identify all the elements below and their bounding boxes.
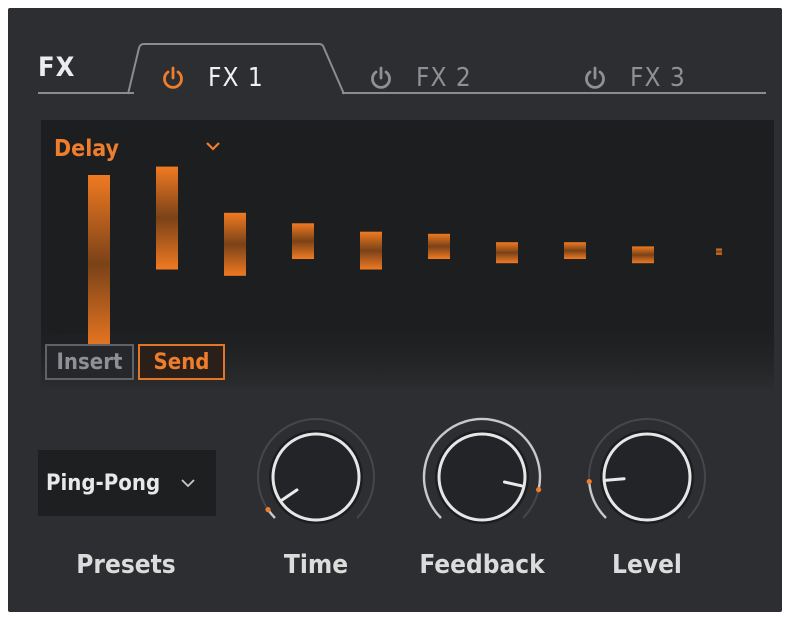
chevron-down-icon	[181, 479, 195, 488]
tab-divider-left	[38, 92, 134, 94]
presets-label: Presets	[76, 550, 176, 580]
knob-body	[271, 432, 361, 522]
tab-fx1[interactable]: FX 1	[160, 62, 264, 94]
echo-bar	[88, 175, 110, 354]
knob-body	[602, 432, 692, 522]
echo-bar	[224, 212, 246, 276]
presets-dropdown[interactable]: Ping-Pong	[38, 450, 216, 516]
power-icon[interactable]	[160, 65, 186, 91]
echo-bar	[156, 166, 178, 270]
effect-type-dropdown[interactable]: Delay	[54, 136, 119, 162]
knob-body	[437, 432, 527, 522]
feedback-label: Feedback	[419, 550, 545, 580]
fx-title: FX	[38, 52, 76, 83]
preset-value: Ping-Pong	[46, 470, 161, 496]
echo-bar	[360, 231, 382, 270]
tab-label: FX 3	[630, 63, 686, 93]
fx-panel: FX FX 1 FX 2 FX 3 Delay Insert Send Ping…	[8, 8, 782, 612]
echo-bar	[292, 223, 314, 259]
chevron-down-icon[interactable]	[203, 138, 223, 154]
knob-value-marker	[586, 478, 592, 485]
level-knob[interactable]	[583, 413, 711, 541]
knob-value-marker	[265, 507, 271, 513]
echo-bar	[428, 233, 450, 259]
time-knob[interactable]	[252, 413, 380, 541]
echo-bar	[564, 242, 586, 259]
echo-bar	[716, 248, 722, 255]
time-label: Time	[283, 550, 349, 580]
tab-label: FX 2	[416, 63, 472, 93]
knob-value-marker	[536, 487, 542, 493]
echo-bar	[496, 242, 518, 264]
power-icon[interactable]	[582, 65, 608, 91]
effect-display: Delay Insert Send	[41, 120, 774, 392]
power-icon[interactable]	[368, 65, 394, 91]
tab-label: FX 1	[208, 63, 264, 93]
send-button[interactable]: Send	[138, 344, 225, 380]
tab-fx3[interactable]: FX 3	[582, 62, 686, 94]
feedback-knob[interactable]	[418, 413, 546, 541]
knob-indicator	[604, 477, 626, 482]
tab-fx2[interactable]: FX 2	[368, 62, 472, 94]
echo-bar	[632, 246, 654, 264]
insert-button[interactable]: Insert	[45, 344, 134, 380]
level-label: Level	[612, 550, 682, 580]
